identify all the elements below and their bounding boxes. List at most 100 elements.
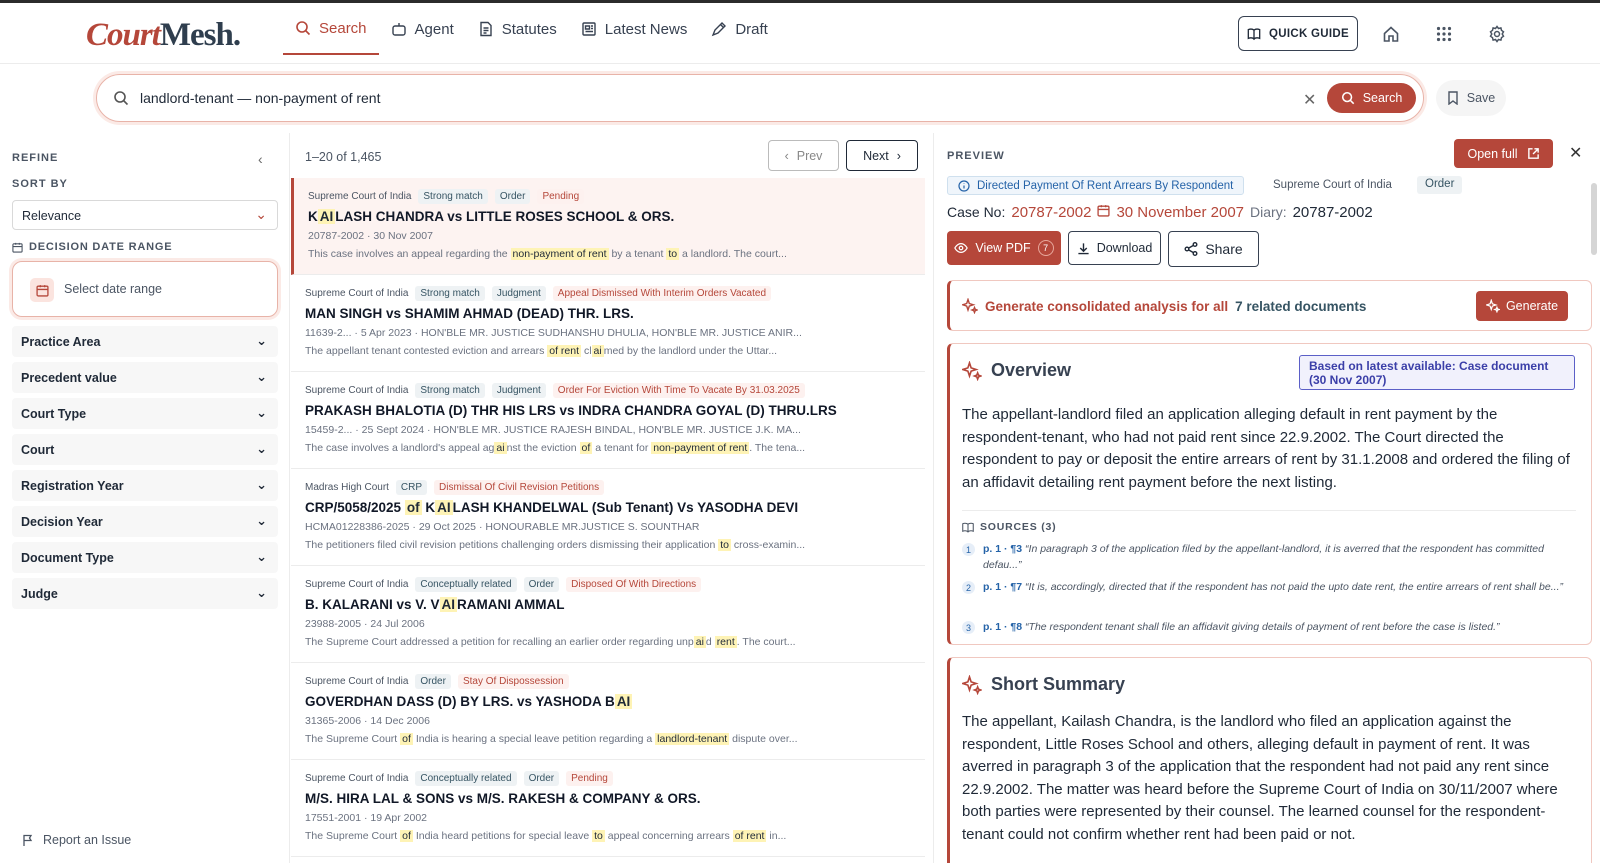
match-badge: Conceptually related [415, 770, 517, 786]
top-navbar: CourtMesh. Search Agent Statutes Latest … [0, 3, 1600, 64]
clear-search-icon[interactable]: ✕ [1303, 90, 1316, 110]
download-icon [1078, 242, 1089, 254]
result-snippet: The Supreme Court addressed a petition f… [305, 636, 796, 648]
result-snippet: The case involves a landlord's appeal ag… [305, 442, 806, 454]
result-row[interactable]: Supreme Court of India Strong match Judgme… [291, 372, 925, 469]
match-badge: Judgment [491, 382, 546, 398]
home-icon[interactable] [1382, 25, 1400, 43]
preview-scrollbar[interactable] [1591, 183, 1597, 255]
nav-search[interactable]: Search [283, 3, 379, 55]
result-title[interactable]: B. KALARANI vs V. V AI RAMANI AMMAL [305, 597, 911, 612]
match-badge: Strong match [418, 188, 488, 204]
result-title[interactable]: K AI LASH CHANDRA vs LITTLE ROSES SCHOOL &… [308, 209, 911, 224]
result-snippet: The appellant tenant contested eviction … [305, 345, 778, 357]
search-input[interactable]: landlord-tenant — non-payment of rent [140, 90, 380, 106]
chevron-down-icon: ⌄ [256, 441, 267, 456]
filter-precedent-value[interactable]: Precedent value ⌄ [12, 362, 278, 393]
prev-page-button[interactable]: ‹ Prev [768, 140, 839, 171]
source-item[interactable]: 1 p. 1 · ¶3 “In paragraph 3 of the appli… [962, 541, 1576, 573]
filter-court-type[interactable]: Court Type ⌄ [12, 398, 278, 429]
source-info-badge: Based on latest available: Case document… [1299, 355, 1575, 390]
result-row[interactable]: Supreme Court of India Order Stay Of Dispo… [291, 663, 925, 760]
result-row[interactable]: Supreme Court of India Strong match Order P… [291, 178, 925, 275]
generate-button[interactable]: Generate [1476, 291, 1568, 321]
main-nav: Search Agent Statutes Latest News Draft [283, 3, 780, 55]
result-title[interactable]: CRP/5058/2025 of K AI LASH KHANDELWAL (Sub… [305, 500, 911, 515]
source-link[interactable]: p. 1 · ¶7 [983, 581, 1022, 593]
filter-court[interactable]: Court ⌄ [12, 434, 278, 465]
overview-heading: Overview [962, 360, 1071, 381]
report-issue-button[interactable]: Report an Issue [22, 833, 131, 847]
result-row[interactable]: Supreme Court of India Conceptually relat… [291, 760, 925, 857]
filter-document-type[interactable]: Document Type ⌄ [12, 542, 278, 573]
nav-latest-news[interactable]: Latest News [569, 3, 700, 55]
source-item[interactable]: 3 p. 1 · ¶8 “The respondent tenant shall… [962, 619, 1576, 635]
result-meta: 17551-2001 · 19 Apr 2002 [305, 812, 428, 824]
diary-number: 20787-2002 [1292, 204, 1373, 221]
save-search-button[interactable]: Save [1436, 80, 1506, 116]
result-count: 1–20 of 1,465 [305, 150, 382, 164]
quick-guide-button[interactable]: QUICK GUIDE [1238, 16, 1358, 51]
source-item[interactable]: 2 p. 1 · ¶7 “It is, accordingly, directe… [962, 579, 1576, 595]
status-badge: Appeal Dismissed With Interim Orders Vac… [552, 285, 772, 301]
search-button[interactable]: Search [1327, 83, 1416, 113]
sort-select[interactable]: Relevance ⌄ [12, 200, 278, 230]
view-pdf-button[interactable]: View PDF 7 [947, 231, 1061, 265]
court-label: Supreme Court of India [1273, 179, 1392, 191]
sparkle-icon [962, 674, 982, 695]
flag-icon [23, 834, 33, 846]
result-row[interactable]: Supreme Court of India Conceptually relat… [291, 566, 925, 663]
result-title[interactable]: GOVERDHAN DASS (D) BY LRS. vs YASHODA BA… [305, 694, 911, 709]
nav-statutes[interactable]: Statutes [466, 3, 569, 55]
search-icon [296, 21, 311, 36]
result-tags: Supreme Court of India Conceptually relat… [305, 770, 911, 786]
result-row[interactable]: Supreme Court of India Strong match Judgme… [291, 275, 925, 372]
result-title[interactable]: PRAKASH BHALOTIA (D) THR HIS LRS vs INDR… [305, 403, 911, 418]
chevron-down-icon: ⌄ [255, 206, 267, 222]
collapse-sidebar-icon[interactable]: ‹ [258, 151, 263, 167]
match-badge: Order [415, 673, 451, 689]
match-badge: Strong match [415, 382, 485, 398]
filter-practice-area[interactable]: Practice Area ⌄ [12, 326, 278, 357]
nav-draft[interactable]: Draft [699, 3, 780, 55]
result-title[interactable]: M/S. HIRA LAL & SONS vs M/S. RAKESH & CO… [305, 791, 911, 806]
court-label: Supreme Court of India [305, 578, 409, 590]
apps-grid-icon[interactable] [1435, 25, 1453, 43]
source-link[interactable]: p. 1 · ¶8 [983, 621, 1022, 633]
status-badge: Disposed Of With Directions [566, 576, 702, 592]
match-badge: Conceptually related [415, 576, 517, 592]
match-badge: Strong match [415, 285, 485, 301]
share-icon [1184, 242, 1198, 256]
gear-icon[interactable] [1488, 25, 1506, 43]
chevron-down-icon: ⌄ [256, 405, 267, 420]
court-label: Supreme Court of India [305, 772, 409, 784]
filter-registration-year[interactable]: Registration Year ⌄ [12, 470, 278, 501]
chevron-down-icon: ⌄ [256, 585, 267, 600]
next-page-button[interactable]: Next › [846, 140, 918, 171]
chevron-down-icon: ⌄ [256, 549, 267, 564]
filter-judge[interactable]: Judge ⌄ [12, 578, 278, 609]
result-tags: Supreme Court of India Strong match Judgme… [305, 382, 911, 398]
date-range-picker[interactable]: Select date range [12, 261, 278, 317]
newspaper-icon [582, 22, 596, 36]
result-title[interactable]: MAN SINGH vs SHAMIM AHMAD (DEAD) THR. LR… [305, 306, 911, 321]
open-full-button[interactable]: Open full [1454, 139, 1553, 168]
source-link[interactable]: p. 1 · ¶3 [983, 543, 1022, 555]
status-badge: Stay Of Dispossession [457, 673, 569, 689]
case-info: Case No: 20787-2002 30 November 2007 Dia… [947, 204, 1373, 221]
document-icon [480, 21, 492, 37]
chevron-down-icon: ⌄ [256, 477, 267, 492]
app-logo[interactable]: CourtMesh. [86, 17, 241, 54]
overview-text: The appellant-landlord filed an applicat… [962, 406, 1570, 491]
download-button[interactable]: Download [1068, 231, 1161, 265]
calendar-icon [12, 242, 23, 253]
result-row[interactable]: Madras High Court CRP Dismissal Of Civil R… [291, 469, 925, 566]
chevron-down-icon: ⌄ [256, 333, 267, 348]
close-preview-icon[interactable]: ✕ [1569, 143, 1582, 163]
filter-decision-year[interactable]: Decision Year ⌄ [12, 506, 278, 537]
short-summary-card: Short Summary The appellant, Kailash Cha… [947, 657, 1592, 863]
external-link-icon [1527, 148, 1539, 159]
overview-card: Overview Based on latest available: Case… [947, 343, 1592, 645]
share-button[interactable]: Share [1168, 231, 1259, 267]
nav-agent[interactable]: Agent [379, 3, 466, 55]
